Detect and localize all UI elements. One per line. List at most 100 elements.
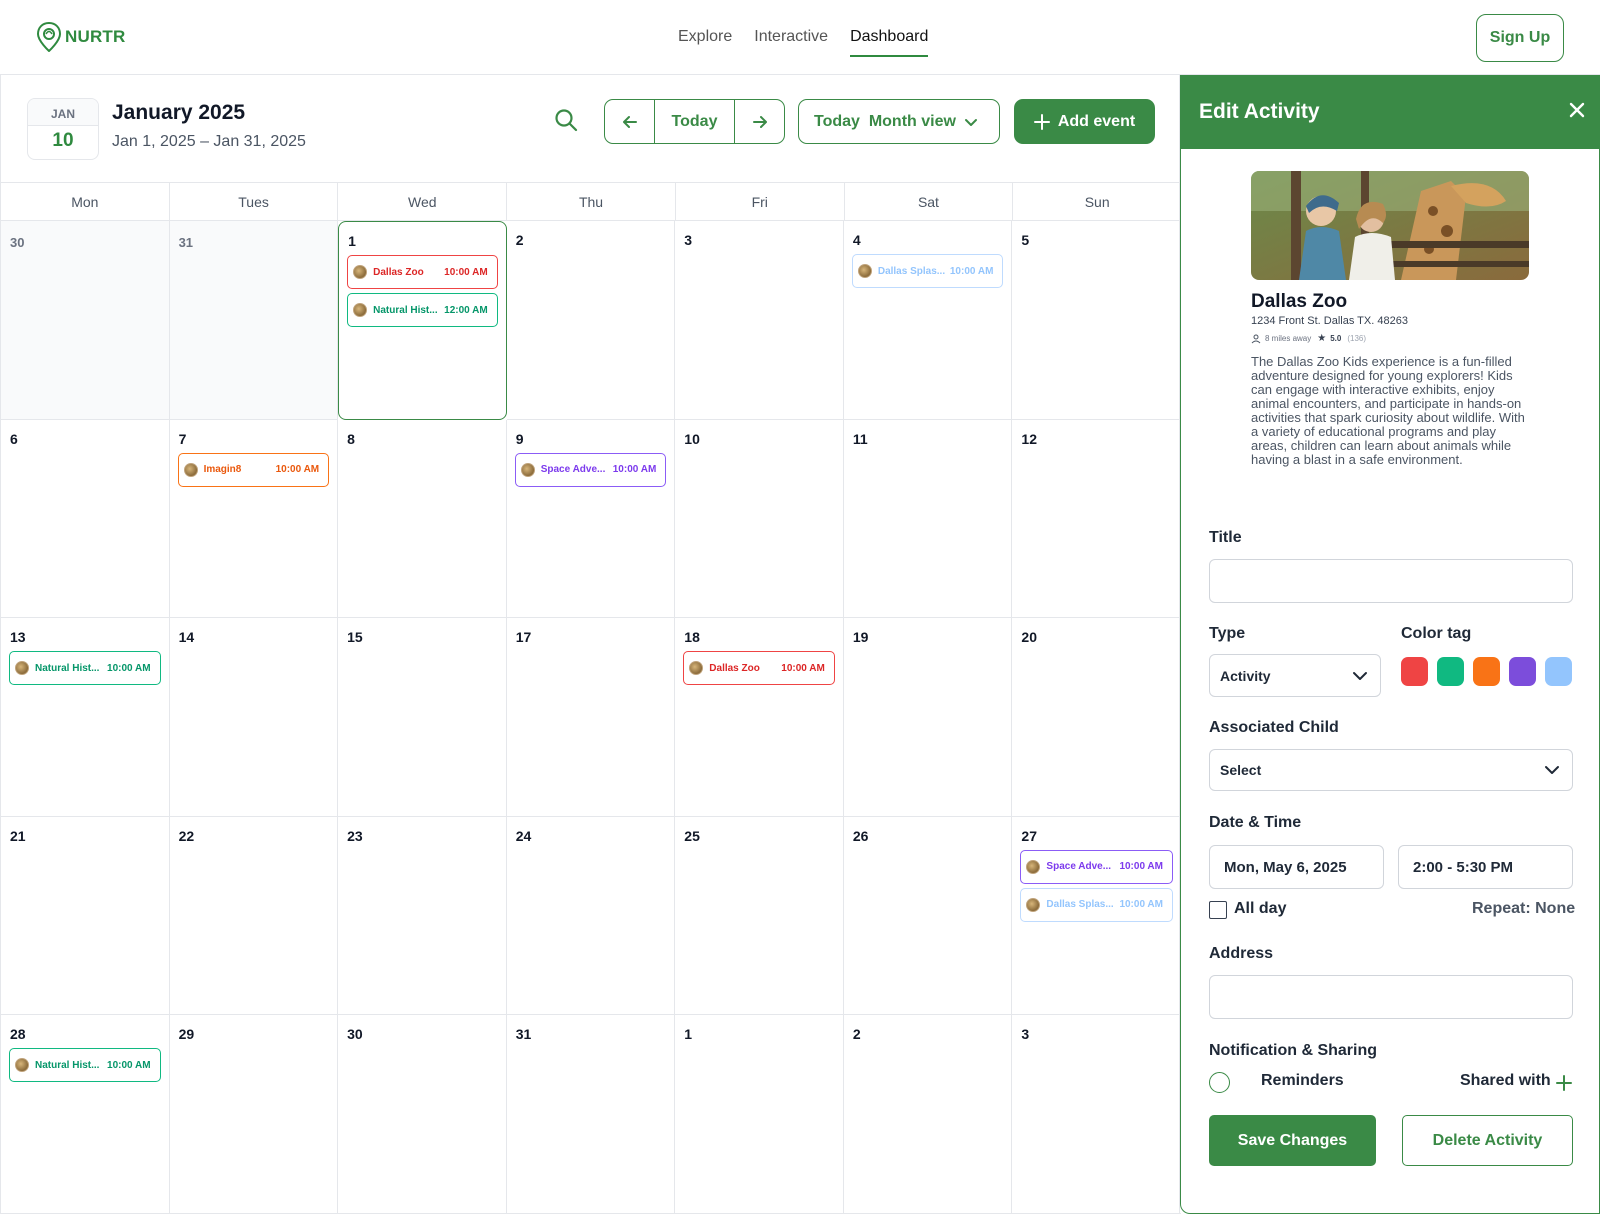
time-field[interactable]: 2:00 - 5:30 PM — [1398, 845, 1573, 889]
day-number: 19 — [852, 629, 869, 646]
event-chip[interactable]: Natural Hist... 10:00 AM — [9, 1048, 161, 1083]
search-icon[interactable] — [554, 108, 578, 137]
calendar-day-cell[interactable]: 1 Dallas Zoo 10:00 AM Natural Hist... 12:00 … — [338, 221, 507, 420]
nav-link-interactive[interactable]: Interactive — [754, 28, 828, 57]
current-date-badge: JAN 10 — [27, 98, 99, 160]
calendar-day-cell[interactable]: 24 — [506, 816, 676, 1016]
calendar-day-cell[interactable]: 28 Natural Hist... 10:00 AM — [1, 1015, 170, 1214]
calendar-day-cell[interactable]: 13 Natural Hist... 10:00 AM — [1, 618, 170, 817]
calendar-day-cell[interactable]: 14 — [169, 618, 339, 817]
date-time-label: Date & Time — [1209, 814, 1302, 831]
color-tag-red[interactable] — [1401, 657, 1428, 686]
date-badge-month: JAN — [28, 99, 98, 126]
event-name: Natural Hist... — [35, 1059, 100, 1071]
event-chip[interactable]: Imagin8 10:00 AM — [177, 452, 330, 487]
calendar-title: January 2025 — [112, 101, 246, 124]
calendar-day-cell[interactable]: 21 — [1, 816, 170, 1016]
delete-activity-button[interactable]: Delete Activity — [1402, 1115, 1573, 1166]
event-thumbnail — [689, 661, 704, 676]
view-selector-label: Today Month view — [814, 112, 956, 130]
repeat-setting[interactable]: Repeat: None — [1472, 900, 1575, 918]
sign-up-button[interactable]: Sign Up — [1476, 14, 1564, 62]
save-changes-button[interactable]: Save Changes — [1209, 1115, 1376, 1166]
nav-link-dashboard[interactable]: Dashboard — [850, 28, 929, 57]
calendar-day-cell[interactable]: 30 — [1, 221, 170, 420]
title-input[interactable] — [1209, 559, 1573, 603]
calendar-day-cell[interactable]: 2 — [843, 1015, 1013, 1214]
event-chip[interactable]: Dallas Zoo 10:00 AM — [683, 651, 835, 686]
all-day-checkbox[interactable] — [1209, 901, 1227, 919]
calendar-day-cell[interactable]: 3 — [1012, 1015, 1181, 1214]
brand-name: NURTR — [65, 27, 126, 46]
brand-logo[interactable]: NURTR — [36, 22, 126, 52]
calendar-day-cell[interactable]: 15 — [338, 618, 507, 817]
day-number: 22 — [178, 827, 195, 844]
today-button[interactable]: Today — [654, 100, 735, 143]
color-tag-green[interactable] — [1437, 657, 1464, 686]
calendar-day-cell[interactable]: 31 — [169, 221, 339, 420]
event-chip[interactable]: Natural Hist... 10:00 AM — [9, 651, 161, 686]
calendar-day-cell[interactable]: 2 — [506, 221, 676, 420]
previous-month-button[interactable] — [605, 100, 654, 143]
event-chip[interactable]: Space Adve... 10:00 AM — [514, 452, 667, 487]
event-thumbnail — [15, 1058, 29, 1073]
day-number: 1 — [348, 233, 356, 249]
color-tag-label: Color tag — [1401, 625, 1472, 642]
calendar-day-cell[interactable]: 7 Imagin8 10:00 AM — [169, 419, 339, 619]
nav-link-explore[interactable]: Explore — [678, 28, 732, 57]
address-input[interactable] — [1209, 975, 1573, 1019]
calendar-day-cell[interactable]: 19 — [843, 618, 1013, 817]
event-name: Dallas Zoo — [709, 662, 760, 674]
calendar-day-cell[interactable]: 29 — [169, 1015, 339, 1214]
calendar-day-cell[interactable]: 9 Space Adve... 10:00 AM — [506, 419, 676, 619]
calendar-day-cell[interactable]: 12 — [1012, 420, 1181, 619]
event-thumbnail — [183, 462, 198, 477]
event-chip[interactable]: Dallas Splas... 10:00 AM — [851, 254, 1004, 288]
close-icon[interactable] — [1567, 100, 1587, 125]
calendar-day-cell[interactable]: 31 — [506, 1015, 676, 1214]
calendar-day-cell[interactable]: 10 — [675, 419, 844, 619]
calendar-day-cell[interactable]: 11 — [843, 419, 1013, 619]
calendar-day-cell[interactable]: 8 — [338, 419, 507, 619]
color-tag-orange[interactable] — [1473, 657, 1500, 686]
weekday-label: Sat — [845, 183, 1014, 220]
event-chip[interactable]: Dallas Splas... 10:00 AM — [1020, 887, 1173, 922]
day-number: 4 — [852, 232, 861, 248]
event-thumbnail — [1026, 859, 1041, 874]
event-chip[interactable]: Natural Hist... 12:00 AM — [347, 293, 498, 327]
calendar-day-cell[interactable]: 18 Dallas Zoo 10:00 AM — [675, 618, 844, 817]
calendar-day-cell[interactable]: 23 — [338, 816, 507, 1016]
title-label: Title — [1209, 529, 1242, 546]
calendar-day-cell[interactable]: 17 — [506, 618, 676, 817]
calendar-day-cell[interactable]: 3 — [675, 221, 844, 420]
event-name: Imagin8 — [203, 464, 242, 476]
next-month-button[interactable] — [735, 100, 784, 143]
calendar-day-cell[interactable]: 5 — [1012, 221, 1181, 420]
calendar-day-cell[interactable]: 20 — [1012, 618, 1181, 817]
activity-rating: 5.0 — [1330, 334, 1342, 343]
calendar-day-cell[interactable]: 4 Dallas Splas... 10:00 AM — [843, 221, 1013, 420]
color-tag-purple[interactable] — [1509, 657, 1536, 686]
calendar-day-cell[interactable]: 30 — [338, 1015, 507, 1214]
chevron-down-icon — [964, 118, 977, 126]
add-event-button[interactable]: Add event — [1014, 99, 1155, 144]
color-tag-blue[interactable] — [1545, 657, 1572, 686]
add-share-icon[interactable] — [1555, 1074, 1573, 1097]
event-chip[interactable]: Dallas Zoo 10:00 AM — [347, 255, 498, 289]
plus-icon — [1033, 113, 1050, 130]
event-name: Natural Hist... — [35, 662, 100, 674]
event-chip[interactable]: Space Adve... 10:00 AM — [1020, 849, 1173, 884]
reminders-radio[interactable] — [1209, 1072, 1230, 1093]
address-label: Address — [1209, 945, 1274, 962]
type-select[interactable]: Activity — [1209, 654, 1381, 697]
view-selector-dropdown[interactable]: Today Month view — [798, 99, 1000, 144]
calendar-day-cell[interactable]: 22 — [169, 816, 339, 1016]
calendar-day-cell[interactable]: 6 — [1, 419, 170, 619]
calendar-day-cell[interactable]: 26 — [843, 816, 1013, 1016]
calendar-day-cell[interactable]: 27 Space Adve... 10:00 AM Dallas Splas... 10… — [1012, 817, 1181, 1016]
associated-child-select[interactable]: Select — [1209, 749, 1573, 791]
event-time: 12:00 AM — [444, 304, 488, 316]
calendar-day-cell[interactable]: 1 — [675, 1015, 844, 1214]
date-field[interactable]: Mon, May 6, 2025 — [1209, 845, 1384, 889]
calendar-day-cell[interactable]: 25 — [675, 816, 844, 1016]
